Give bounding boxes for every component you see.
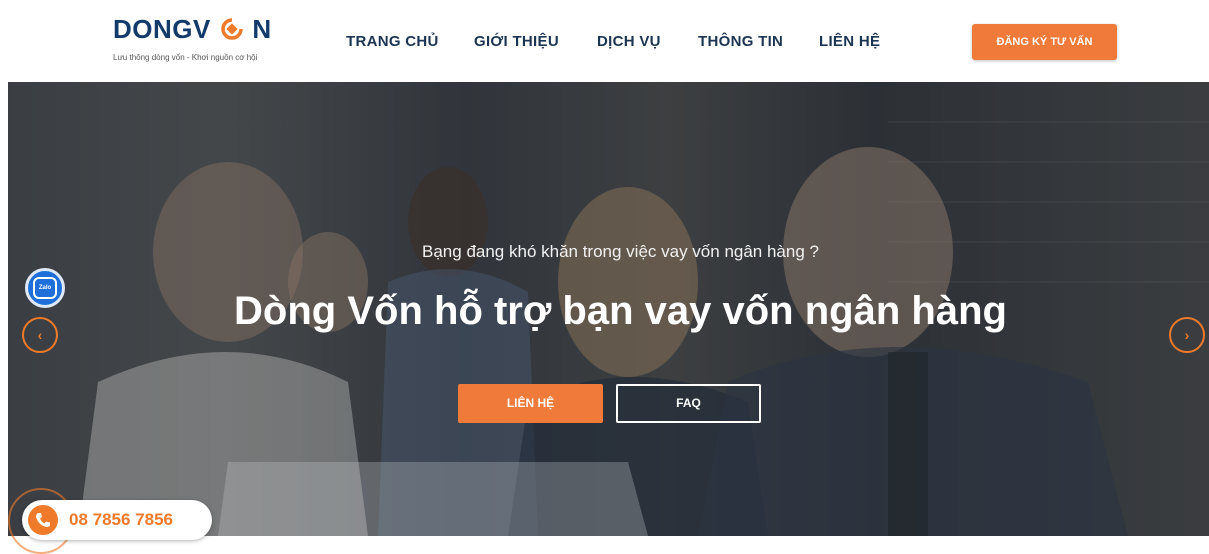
faq-button[interactable]: FAQ — [616, 384, 761, 423]
zalo-chat-button[interactable]: Zalo — [25, 268, 65, 308]
logo[interactable]: DONGV N Lưu thông dòng vốn - Khơi nguồn … — [110, 10, 272, 70]
zalo-icon: Zalo — [33, 277, 57, 299]
slider-prev-button[interactable]: ‹ — [22, 317, 58, 353]
nav-item-services[interactable]: DỊCH VỤ — [597, 33, 661, 50]
logo-diamond-icon — [211, 14, 252, 44]
hotline-button[interactable]: 08 7856 7856 — [22, 500, 212, 540]
logo-wordmark: DONGV N — [113, 14, 272, 44]
logo-tagline: Lưu thông dòng vốn - Khơi nguồn cơ hội — [113, 53, 258, 62]
nav-item-info[interactable]: THÔNG TIN — [698, 33, 783, 50]
chevron-left-icon: ‹ — [37, 327, 43, 343]
hotline-number: 08 7856 7856 — [69, 510, 173, 529]
contact-button[interactable]: LIÊN HỆ — [458, 384, 603, 423]
nav-item-about[interactable]: GIỚI THIỆU — [474, 33, 559, 50]
nav-item-contact[interactable]: LIÊN HỆ — [819, 33, 880, 50]
hero-subtitle: Bạng đang khó khăn trong việc vay vốn ng… — [422, 242, 819, 261]
slider-next-button[interactable]: › — [1169, 317, 1205, 353]
hero-slider: Bạng đang khó khăn trong việc vay vốn ng… — [8, 82, 1209, 536]
phone-icon — [28, 505, 58, 535]
hero-title: Dòng Vốn hỗ trợ bạn vay vốn ngân hàng — [234, 289, 1007, 333]
site-header: DONGV N Lưu thông dòng vốn - Khơi nguồn … — [0, 0, 1209, 82]
nav-item-home[interactable]: TRANG CHỦ — [346, 33, 439, 50]
chevron-right-icon: › — [1184, 327, 1190, 343]
register-consult-button[interactable]: ĐĂNG KÝ TƯ VẤN — [972, 24, 1117, 60]
